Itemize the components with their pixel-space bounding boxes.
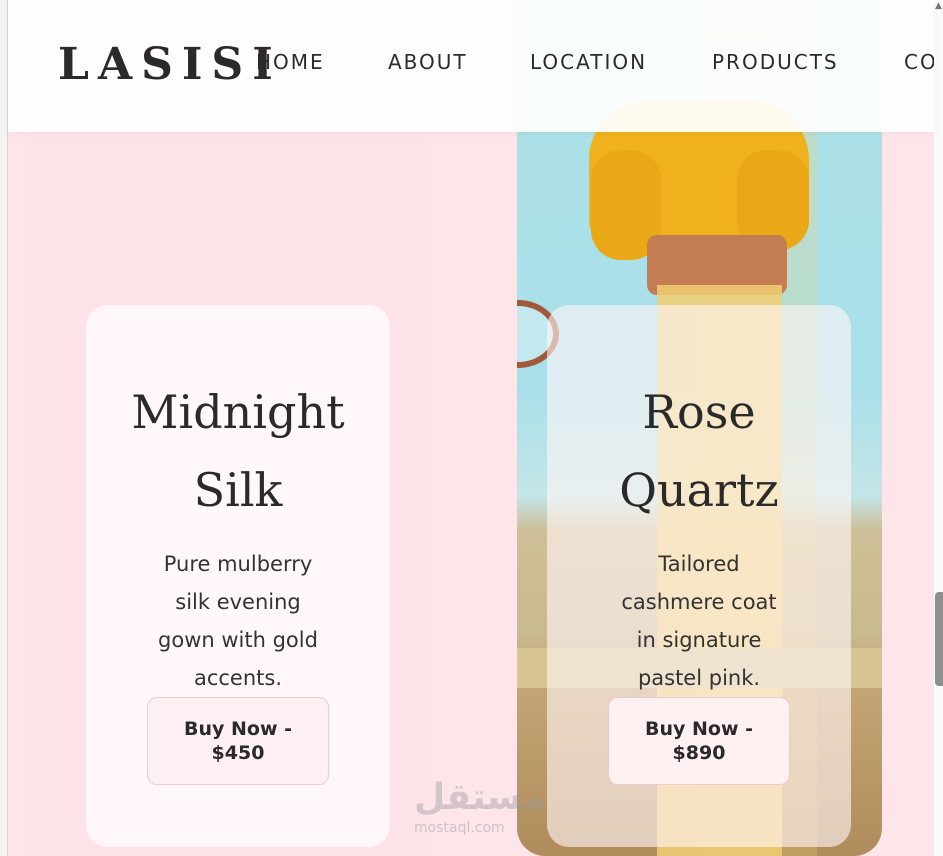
product-title: Midnight Silk bbox=[131, 385, 345, 517]
buy-now-button[interactable]: Buy Now - $890 bbox=[608, 697, 790, 785]
chevron-up-icon[interactable]: ▲ bbox=[934, 0, 943, 14]
product-description: Tailored cashmere coat in signature past… bbox=[621, 552, 777, 690]
scrollbar[interactable]: ▲ bbox=[934, 0, 943, 856]
watermark-text: mostaql.com bbox=[414, 820, 505, 836]
product-column-right-edge bbox=[882, 132, 922, 856]
nav-home[interactable]: HOME bbox=[256, 50, 325, 74]
nav-location[interactable]: LOCATION bbox=[530, 50, 647, 74]
product-card-midnight-silk: Midnight Silk Pure mulberry silk evening… bbox=[86, 305, 390, 847]
scrollbar-thumb[interactable] bbox=[935, 592, 943, 686]
nav-products[interactable]: PRODUCTS bbox=[712, 50, 839, 74]
product-card-rose-quartz: Rose Quartz Tailored cashmere coat in si… bbox=[547, 305, 851, 847]
main-nav: HOME ABOUT LOCATION PRODUCTS CO bbox=[8, 50, 934, 76]
nav-contact[interactable]: CO bbox=[904, 50, 934, 74]
buy-now-button[interactable]: Buy Now - $450 bbox=[147, 697, 329, 785]
product-title: Rose Quartz bbox=[619, 385, 779, 517]
window-left-edge bbox=[0, 0, 8, 856]
watermark-logo: مستقل bbox=[414, 777, 546, 818]
site-header: LASISI HOME ABOUT LOCATION PRODUCTS CO bbox=[8, 0, 934, 132]
nav-about[interactable]: ABOUT bbox=[388, 50, 468, 74]
product-description: Pure mulberry silk evening gown with gol… bbox=[158, 552, 318, 690]
